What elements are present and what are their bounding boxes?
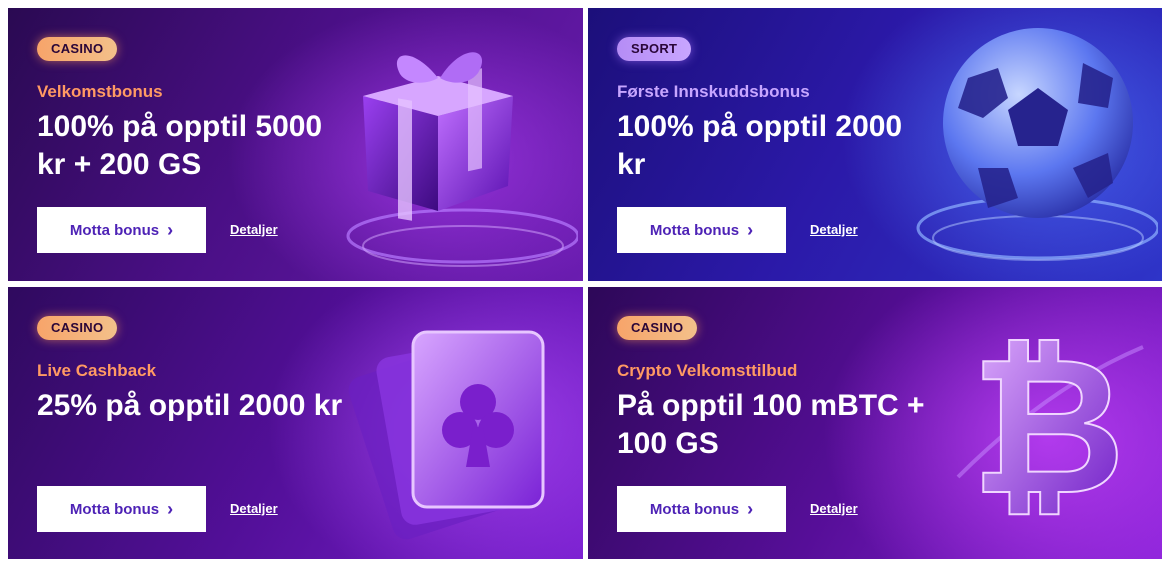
- details-link[interactable]: Detaljer: [230, 501, 278, 516]
- category-badge-casino: CASINO: [617, 316, 698, 340]
- promo-headline: På opptil 100 mBTC + 100 GS: [617, 389, 925, 460]
- details-link[interactable]: Detaljer: [810, 501, 858, 516]
- category-badge-sport: SPORT: [617, 37, 692, 61]
- claim-bonus-button[interactable]: Motta bonus ›: [37, 207, 206, 253]
- chevron-right-icon: ›: [747, 499, 754, 519]
- promo-headline: 100% på opptil 5000 kr + 200 GS: [37, 110, 323, 181]
- promo-subtitle: Første Innskuddsbonus: [617, 82, 810, 101]
- claim-bonus-button[interactable]: Motta bonus ›: [617, 486, 786, 532]
- claim-bonus-button[interactable]: Motta bonus ›: [617, 207, 786, 253]
- category-badge-casino: CASINO: [37, 316, 118, 340]
- chevron-right-icon: ›: [747, 220, 754, 240]
- claim-bonus-label: Motta bonus: [649, 500, 740, 518]
- bitcoin-icon: ₿: [956, 327, 1144, 527]
- gift-box-icon: [346, 52, 578, 267]
- claim-bonus-label: Motta bonus: [69, 221, 160, 239]
- promo-card-crypto-welcome: ₿ CASINO Crypto Velkomsttilbud På opptil…: [588, 287, 1162, 559]
- soccer-ball-icon: [916, 28, 1158, 261]
- playing-cards-club-icon: [348, 330, 545, 540]
- promo-card-casino-welcome: CASINO Velkomstbonus 100% på opptil 5000…: [8, 8, 583, 281]
- promotions-grid: CASINO Velkomstbonus 100% på opptil 5000…: [0, 0, 1170, 565]
- svg-text:₿: ₿: [971, 327, 1126, 527]
- promo-subtitle: Crypto Velkomsttilbud: [617, 361, 798, 380]
- promo-card-live-cashback: CASINO Live Cashback 25% på opptil 2000 …: [8, 287, 583, 559]
- promo-subtitle: Velkomstbonus: [37, 82, 163, 101]
- chevron-right-icon: ›: [167, 499, 174, 519]
- promo-subtitle: Live Cashback: [37, 361, 157, 380]
- promo-card-sport-first-deposit: SPORT Første Innskuddsbonus 100% på oppt…: [588, 8, 1162, 281]
- details-link[interactable]: Detaljer: [810, 222, 858, 237]
- claim-bonus-label: Motta bonus: [649, 221, 740, 239]
- promo-headline: 25% på opptil 2000 kr: [37, 389, 343, 422]
- claim-bonus-button[interactable]: Motta bonus ›: [37, 486, 206, 532]
- chevron-right-icon: ›: [167, 220, 174, 240]
- promo-headline: 100% på opptil 2000 kr: [617, 110, 903, 181]
- claim-bonus-label: Motta bonus: [69, 500, 160, 518]
- details-link[interactable]: Detaljer: [230, 222, 278, 237]
- category-badge-casino: CASINO: [37, 37, 118, 61]
